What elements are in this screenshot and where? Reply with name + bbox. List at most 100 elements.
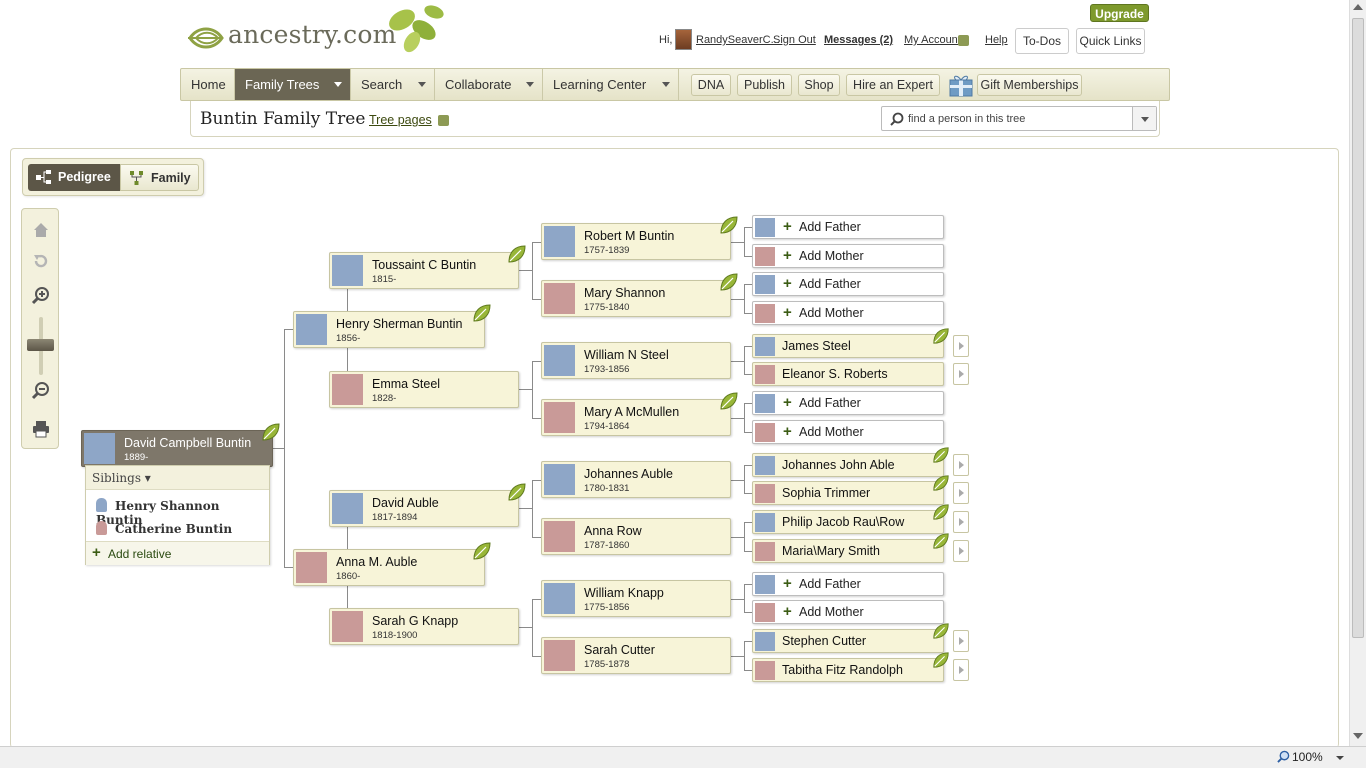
avatar[interactable] [675, 29, 692, 50]
hint-leaf-icon[interactable] [261, 422, 281, 442]
nav-search[interactable]: Search [351, 69, 435, 100]
person-card[interactable]: Sarah G Knapp 1818-1900 [329, 608, 519, 645]
family-view-button[interactable]: Family [120, 164, 199, 191]
sibling-item[interactable]: Catherine Buntin [96, 521, 232, 536]
print-icon[interactable] [31, 419, 51, 439]
nav-home[interactable]: Home [181, 69, 235, 100]
siblings-toggle[interactable]: Siblings ▾ [92, 471, 151, 485]
person-card-small[interactable]: Tabitha Fitz Randolph [752, 658, 944, 682]
shop-button[interactable]: Shop [798, 74, 840, 96]
upgrade-button[interactable]: Upgrade [1090, 4, 1149, 22]
todos-button[interactable]: To-Dos [1015, 28, 1069, 54]
person-card-small[interactable]: James Steel [752, 334, 944, 358]
my-account-link[interactable]: My Account [904, 34, 961, 46]
hint-leaf-icon[interactable] [932, 651, 950, 669]
chevron-down-icon[interactable] [526, 82, 534, 87]
hint-leaf-icon[interactable] [507, 244, 527, 264]
person-card[interactable]: Henry Sherman Buntin 1856- [293, 311, 485, 348]
add-father-button[interactable]: + Add Father [752, 572, 944, 596]
zoom-icon[interactable] [1277, 750, 1290, 763]
zoom-out-icon[interactable] [31, 381, 51, 401]
chevron-down-icon[interactable] [438, 115, 449, 126]
add-father-button[interactable]: + Add Father [752, 272, 944, 296]
add-mother-button[interactable]: + Add Mother [752, 600, 944, 624]
person-card[interactable]: Anna M. Auble 1860- [293, 549, 485, 586]
add-mother-button[interactable]: + Add Mother [752, 420, 944, 444]
tree-pages-link[interactable]: Tree pages [369, 113, 432, 127]
hint-leaf-icon[interactable] [472, 303, 492, 323]
scroll-up-icon[interactable] [1353, 4, 1363, 10]
chevron-down-icon[interactable] [958, 35, 969, 46]
person-card[interactable]: William Knapp 1775-1856 [541, 580, 731, 617]
add-father-button[interactable]: + Add Father [752, 215, 944, 239]
person-card[interactable]: Anna Row 1787-1860 [541, 518, 731, 555]
expand-ancestors-button[interactable] [953, 511, 969, 533]
gift-memberships-button[interactable]: Gift Memberships [977, 74, 1082, 96]
hint-leaf-icon[interactable] [932, 327, 950, 345]
hint-leaf-icon[interactable] [932, 532, 950, 550]
person-card[interactable]: David Auble 1817-1894 [329, 490, 519, 527]
add-father-button[interactable]: + Add Father [752, 391, 944, 415]
hint-leaf-icon[interactable] [507, 482, 527, 502]
person-card[interactable]: Mary Shannon 1775-1840 [541, 280, 731, 317]
person-card-small[interactable]: Philip Jacob Rau\Row [752, 510, 944, 534]
nav-learning-center[interactable]: Learning Center [543, 69, 679, 100]
zoom-in-icon[interactable] [31, 286, 51, 306]
expand-ancestors-button[interactable] [953, 540, 969, 562]
scrollbar-thumb[interactable] [1352, 18, 1364, 638]
expand-ancestors-button[interactable] [953, 363, 969, 385]
undo-icon[interactable] [31, 251, 51, 271]
person-card-small[interactable]: Eleanor S. Roberts [752, 362, 944, 386]
help-link[interactable]: Help [985, 34, 1008, 46]
add-mother-button[interactable]: + Add Mother [752, 244, 944, 268]
person-card-root[interactable]: David Campbell Buntin 1889- [81, 430, 273, 467]
messages-link[interactable]: Messages (2) [824, 34, 893, 46]
hint-leaf-icon[interactable] [932, 474, 950, 492]
publish-button[interactable]: Publish [737, 74, 792, 96]
person-card[interactable]: Toussaint C Buntin 1815- [329, 252, 519, 289]
hint-leaf-icon[interactable] [719, 272, 739, 292]
hint-leaf-icon[interactable] [932, 446, 950, 464]
nav-collaborate[interactable]: Collaborate [435, 69, 543, 100]
scroll-down-icon[interactable] [1353, 733, 1363, 739]
chevron-down-icon[interactable] [1336, 756, 1344, 760]
person-card-small[interactable]: Maria\Mary Smith [752, 539, 944, 563]
hire-expert-button[interactable]: Hire an Expert [846, 74, 940, 96]
dna-button[interactable]: DNA [691, 74, 731, 96]
hint-leaf-icon[interactable] [719, 215, 739, 235]
chevron-down-icon[interactable] [418, 82, 426, 87]
siblings-header[interactable]: Siblings ▾ [86, 466, 269, 490]
expand-ancestors-button[interactable] [953, 335, 969, 357]
home-icon[interactable] [31, 220, 51, 240]
person-card[interactable]: William N Steel 1793-1856 [541, 342, 731, 379]
person-card-small[interactable]: Sophia Trimmer [752, 481, 944, 505]
nav-family-trees[interactable]: Family Trees [235, 69, 351, 100]
sign-out-link[interactable]: Sign Out [773, 34, 816, 46]
zoom-slider-handle[interactable] [27, 339, 54, 351]
vertical-scrollbar[interactable] [1349, 0, 1366, 746]
expand-ancestors-button[interactable] [953, 454, 969, 476]
chevron-down-icon[interactable] [662, 82, 670, 87]
ancestry-logo[interactable]: ancestry.com [188, 5, 458, 58]
person-card-small[interactable]: Stephen Cutter [752, 629, 944, 653]
add-relative-button[interactable]: + Add relative [86, 541, 269, 565]
chevron-down-icon[interactable] [334, 82, 342, 87]
search-dropdown-button[interactable] [1132, 107, 1156, 130]
expand-ancestors-button[interactable] [953, 482, 969, 504]
hint-leaf-icon[interactable] [472, 541, 492, 561]
hint-leaf-icon[interactable] [932, 503, 950, 521]
hint-leaf-icon[interactable] [932, 622, 950, 640]
person-card[interactable]: Johannes Auble 1780-1831 [541, 461, 731, 498]
person-search-input[interactable] [908, 107, 1128, 130]
expand-ancestors-button[interactable] [953, 630, 969, 652]
expand-ancestors-button[interactable] [953, 659, 969, 681]
zoom-level[interactable]: 100% [1292, 750, 1323, 764]
person-card[interactable]: Mary A McMullen 1794-1864 [541, 399, 731, 436]
add-mother-button[interactable]: + Add Mother [752, 301, 944, 325]
user-name-link[interactable]: RandySeaverC... [696, 34, 780, 46]
hint-leaf-icon[interactable] [719, 391, 739, 411]
person-card-small[interactable]: Johannes John Able [752, 453, 944, 477]
quick-links-button[interactable]: Quick Links [1076, 28, 1145, 54]
person-card[interactable]: Emma Steel 1828- [329, 371, 519, 408]
person-card[interactable]: Sarah Cutter 1785-1878 [541, 637, 731, 674]
